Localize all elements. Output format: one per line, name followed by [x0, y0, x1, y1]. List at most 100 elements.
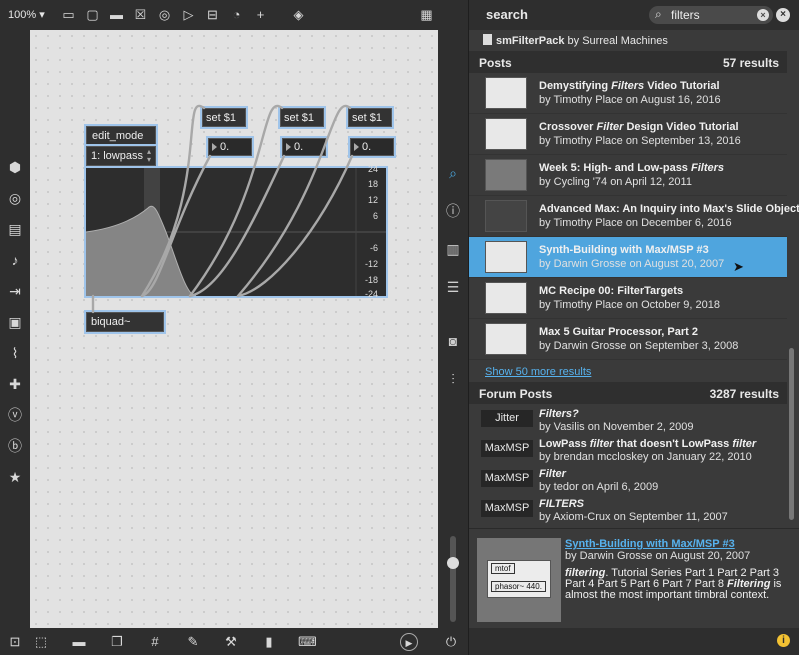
post-row[interactable]: Advanced Max: An Inquiry into Max's Slid… — [469, 196, 799, 237]
filtergraph-display[interactable]: 24 18 12 6 -6 -12 -18 -24 — [84, 164, 388, 299]
forum-row[interactable]: MaxMSP Filter by tedor on April 6, 2009 — [469, 465, 787, 495]
search-tab-icon[interactable]: ⌕ — [444, 164, 462, 182]
post-title: Synth-Building with Max/MSP #3 — [539, 244, 709, 256]
forum-title-match: filter — [589, 438, 614, 450]
slider-icon[interactable]: ⊟ — [204, 6, 221, 23]
package-name: smFilterPack — [496, 35, 565, 47]
volume-slider[interactable] — [447, 536, 459, 622]
list-tab-icon[interactable]: ☰ — [444, 278, 462, 296]
windows-icon[interactable]: ❐ — [108, 633, 126, 651]
volume-knob[interactable] — [447, 557, 459, 569]
piano-icon[interactable]: ▮ — [260, 633, 278, 651]
plugin-icon[interactable]: ✚ — [6, 375, 24, 393]
presentation-icon[interactable]: ▭ — [60, 6, 77, 23]
paint-bucket-icon[interactable]: ◈ — [290, 6, 307, 23]
add-object-icon[interactable]: + — [252, 6, 269, 23]
new-comment-icon[interactable]: ▬ — [70, 633, 88, 651]
post-row[interactable]: Week 5: High- and Low-pass Filters by Cy… — [469, 155, 787, 196]
post-row[interactable]: Max 5 Guitar Processor, Part 2 by Darwin… — [469, 319, 787, 360]
message-box-icon[interactable]: ▢ — [84, 6, 101, 23]
comment-icon[interactable]: ▬ — [108, 6, 125, 23]
toggle-icon[interactable]: ☒ — [132, 6, 149, 23]
results-scrollbar[interactable] — [789, 348, 794, 520]
post-thumbnail — [485, 241, 527, 273]
music-note-icon[interactable]: ♪ — [6, 251, 24, 269]
dial-icon[interactable]: ◔ — [228, 6, 245, 23]
post-byline: by Timothy Place on December 6, 2016 — [539, 217, 732, 229]
post-title: Crossover — [539, 121, 597, 133]
bang-icon[interactable]: ▷ — [180, 6, 197, 23]
zoom-dropdown[interactable]: 100% ▾ — [8, 8, 45, 21]
presentation-mode-icon[interactable]: ⬚ — [32, 633, 50, 651]
max-window: 100% ▾ ▭ ▢ ▬ ☒ ◎ ▷ ⊟ ◔ + ◈ ▦ ⬢ ◎ ▤ ♪ ⇥ ▣… — [0, 0, 799, 655]
forum-title-match: filter — [732, 438, 757, 450]
lock-icon[interactable]: ⊡ — [6, 633, 24, 651]
filter-type-menu[interactable]: 1: lowpass ▴ ▾ — [84, 144, 158, 168]
post-byline: by Timothy Place on August 16, 2016 — [539, 94, 721, 106]
number-box-1[interactable]: 0. — [206, 136, 254, 158]
grid-keyboard-icon[interactable]: ▦ — [418, 6, 435, 23]
forum-row[interactable]: Jitter Filters? by Vasilis on November 2… — [469, 405, 787, 435]
post-thumbnail — [485, 200, 527, 232]
close-panel-icon[interactable]: × — [776, 8, 790, 22]
number-box-2[interactable]: 0. — [280, 136, 328, 158]
scale-tick: -12 — [364, 259, 378, 269]
set-message-2[interactable]: set $1 — [278, 106, 326, 129]
target-icon[interactable]: ◎ — [6, 189, 24, 207]
power-icon[interactable]: ⏻ — [442, 633, 460, 651]
post-title-rest: Design Video Tutorial — [623, 121, 739, 133]
paperclip-icon[interactable]: ⌇ — [6, 344, 24, 362]
preview-title-link[interactable]: Synth-Building with Max/MSP #3 — [565, 538, 735, 550]
snapshot-tab-icon[interactable]: ◙ — [444, 332, 462, 350]
forum-byline: by Axiom-Crux on September 11, 2007 — [539, 511, 728, 523]
post-title-match: Filters — [691, 162, 725, 174]
number-value: 0. — [362, 141, 372, 153]
preview-description: filtering. Tutorial Series Part 1 Part 2… — [565, 568, 787, 601]
forum-byline: by Vasilis on November 2, 2009 — [539, 421, 694, 433]
search-field[interactable]: ⌕ × — [649, 6, 773, 24]
audio-play-icon[interactable]: ▶ — [400, 633, 418, 651]
debug-icon[interactable]: ✎ — [184, 633, 202, 651]
step-sequencer-icon[interactable]: ⇥ — [6, 282, 24, 300]
post-row[interactable]: Demystifying Filters Video Tutorial by T… — [469, 73, 787, 114]
post-title-rest: Video Tutorial — [644, 80, 720, 92]
star-icon[interactable]: ★ — [6, 468, 24, 486]
post-row-selected[interactable]: Synth-Building with Max/MSP #3 by Darwin… — [469, 237, 787, 278]
forum-title-match: Filters? — [539, 408, 579, 420]
cube-icon[interactable]: ⬢ — [6, 158, 24, 176]
forum-row[interactable]: MaxMSP LowPass filter that doesn't LowPa… — [469, 435, 787, 465]
preview-phasor-text: phasor~ 440. — [491, 581, 546, 592]
info-icon[interactable]: i — [777, 634, 790, 647]
filter-response-graph — [86, 168, 386, 296]
forum-tag: Jitter — [481, 410, 533, 427]
search-input[interactable] — [671, 8, 757, 22]
beap-icon[interactable]: ⓑ — [6, 437, 24, 455]
clear-search-icon[interactable]: × — [757, 9, 769, 21]
forum-row[interactable]: MaxMSP FILTERS by Axiom-Crux on Septembe… — [469, 495, 787, 525]
post-row[interactable]: Crossover Filter Design Video Tutorial b… — [469, 114, 787, 155]
post-row[interactable]: MC Recipe 00: FilterTargets by Timothy P… — [469, 278, 787, 319]
number-box-3[interactable]: 0. — [348, 136, 396, 158]
film-icon[interactable]: ▤ — [6, 220, 24, 238]
preview-patch-image: mtof phasor~ 440. — [487, 560, 551, 598]
biquad-object[interactable]: biquad~ — [84, 310, 166, 334]
image-icon[interactable]: ▣ — [6, 313, 24, 331]
gain-scale: 24 18 12 6 -6 -12 -18 -24 — [356, 164, 378, 299]
show-more-link[interactable]: Show 50 more results — [485, 366, 591, 378]
mixer-tab-icon[interactable]: ⫶ — [444, 370, 462, 388]
vizzie-icon[interactable]: ⓥ — [6, 406, 24, 424]
edit-mode-message[interactable]: edit_mode — [84, 124, 158, 148]
package-result[interactable]: smFilterPack by Surreal Machines — [483, 34, 668, 47]
set-message-3[interactable]: set $1 — [346, 106, 394, 129]
reference-tab-icon[interactable]: ▥ — [444, 240, 462, 258]
set-message-1[interactable]: set $1 — [200, 106, 248, 129]
patcher-canvas[interactable]: edit_mode 1: lowpass ▴ ▾ set $1 set $1 se… — [30, 30, 438, 628]
keyboard-icon[interactable]: ⌨ — [298, 633, 317, 651]
info-tab-icon[interactable]: ⓘ — [444, 202, 462, 220]
button-object-icon[interactable]: ◎ — [156, 6, 173, 23]
scale-tick: 6 — [372, 211, 378, 221]
grid-icon[interactable]: # — [146, 633, 164, 651]
forum-tag: MaxMSP — [481, 470, 533, 487]
wrench-icon[interactable]: ⚒ — [222, 633, 240, 651]
post-title: Advanced Max: An Inquiry into Max's Slid… — [539, 203, 799, 215]
